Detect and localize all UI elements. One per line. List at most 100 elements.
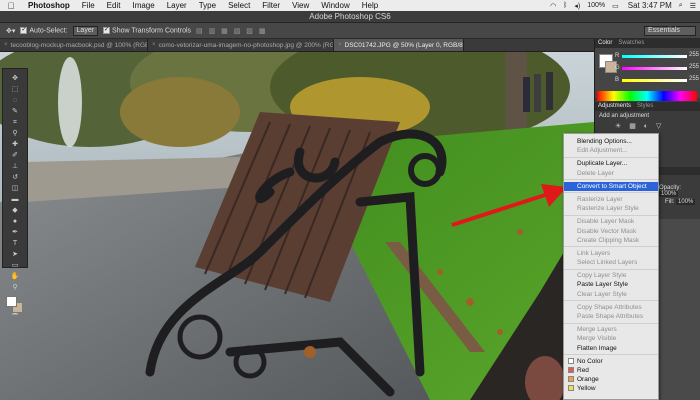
- menu-item-copy-layer-style[interactable]: Copy Layer Style: [564, 271, 658, 280]
- wifi-icon[interactable]: ◠: [550, 2, 556, 10]
- close-tab-icon[interactable]: ×: [152, 39, 156, 51]
- opacity-value[interactable]: 100%: [659, 191, 679, 197]
- battery-percent[interactable]: 100%: [587, 2, 605, 9]
- auto-select-dropdown[interactable]: Layer: [72, 25, 99, 36]
- close-tab-icon[interactable]: ×: [4, 39, 8, 51]
- menu-item-merge-visible[interactable]: Merge Visible: [564, 334, 658, 343]
- menu-item-create-clipping-mask[interactable]: Create Clipping Mask: [564, 236, 658, 245]
- healing-brush-tool-icon[interactable]: ✚: [9, 140, 21, 150]
- menu-item-blending-options[interactable]: Blending Options...: [564, 137, 658, 146]
- align-buttons-group[interactable]: ▤ ▥ ▦ ▧ ▨ ▩: [196, 27, 267, 35]
- lasso-tool-icon[interactable]: ◌: [9, 96, 21, 106]
- menu-item-flatten-image[interactable]: Flatten Image: [564, 344, 658, 353]
- menu-item-no-color[interactable]: No Color: [564, 357, 658, 366]
- document-tab[interactable]: × tecooblog-mockup-macbook.psd @ 100% (RG…: [0, 39, 148, 51]
- show-transform-checkbox[interactable]: ✓: [103, 26, 111, 34]
- menu-item-copy-shape-attributes[interactable]: Copy Shape Attributes: [564, 303, 658, 312]
- shape-tool-icon[interactable]: ▭: [9, 261, 21, 271]
- history-brush-tool-icon[interactable]: ↺: [9, 173, 21, 183]
- menubar-clock[interactable]: Sat 3:47 PM: [628, 1, 672, 10]
- menu-item-yellow[interactable]: Yellow: [564, 384, 658, 393]
- eraser-tool-icon[interactable]: ◫: [9, 184, 21, 194]
- menu-item-paste-layer-style[interactable]: Paste Layer Style: [564, 280, 658, 289]
- document-tab[interactable]: × como-vetorizar-uma-imagem-no-photoshop.…: [148, 39, 334, 51]
- channel-r-value[interactable]: 255: [689, 52, 699, 58]
- menu-item-red[interactable]: Red: [564, 366, 658, 375]
- bluetooth-icon[interactable]: ᛒ: [563, 2, 567, 9]
- menu-item-delete-layer[interactable]: Delete Layer: [564, 169, 658, 178]
- menu-item-rasterize-layer[interactable]: Rasterize Layer: [564, 195, 658, 204]
- menu-item-merge-layers[interactable]: Merge Layers: [564, 325, 658, 334]
- menu-image[interactable]: Image: [126, 0, 160, 11]
- gradient-tool-icon[interactable]: ▬: [9, 195, 21, 205]
- menu-item-edit-adjustment[interactable]: Edit Adjustment...: [564, 146, 658, 155]
- menu-type[interactable]: Type: [193, 0, 222, 11]
- layers-list[interactable]: [655, 219, 700, 400]
- blur-tool-icon[interactable]: ◆: [9, 206, 21, 216]
- menu-item-rasterize-layer-style[interactable]: Rasterize Layer Style: [564, 204, 658, 213]
- adjustment-icons-row[interactable]: ☀ ▦ ◐ ▽: [615, 122, 664, 130]
- auto-select-checkbox[interactable]: ✓: [20, 26, 28, 34]
- document-canvas[interactable]: [0, 52, 594, 400]
- volume-icon[interactable]: ◂): [574, 2, 580, 10]
- marquee-tool-icon[interactable]: ⬚: [9, 85, 21, 95]
- move-tool-icon[interactable]: ✥: [9, 74, 21, 84]
- tab-styles[interactable]: Styles: [637, 102, 653, 111]
- menu-item-link-layers[interactable]: Link Layers: [564, 249, 658, 258]
- menu-window[interactable]: Window: [315, 0, 355, 11]
- move-tool-icon[interactable]: ✥▾: [6, 27, 15, 35]
- menu-help[interactable]: Help: [356, 0, 384, 11]
- channel-g-value[interactable]: 255: [689, 64, 699, 70]
- fill-control[interactable]: Fill: 100%: [665, 199, 696, 205]
- menu-item-select-linked-layers[interactable]: Select Linked Layers: [564, 258, 658, 267]
- color-spectrum-bar[interactable]: [597, 91, 697, 101]
- opacity-control[interactable]: Opacity: 100%: [659, 185, 700, 197]
- menu-item-label: Flatten Image: [577, 344, 617, 352]
- workspace-switcher[interactable]: Essentials: [644, 26, 696, 36]
- channel-g-slider[interactable]: [622, 67, 687, 70]
- brush-tool-icon[interactable]: ✐: [9, 151, 21, 161]
- tab-swatches[interactable]: Swatches: [618, 39, 644, 48]
- menu-item-convert-to-smart-object[interactable]: Convert to Smart Object: [564, 181, 658, 191]
- menu-view[interactable]: View: [286, 0, 315, 11]
- menu-item-orange[interactable]: Orange: [564, 375, 658, 384]
- eyedropper-tool-icon[interactable]: ⚲: [9, 129, 21, 139]
- foreground-color-swatch[interactable]: [6, 296, 17, 307]
- menu-item-duplicate-layer[interactable]: Duplicate Layer...: [564, 159, 658, 168]
- tab-color[interactable]: Color: [598, 39, 612, 48]
- quick-select-tool-icon[interactable]: ✎: [9, 107, 21, 117]
- menu-item-disable-vector-mask[interactable]: Disable Vector Mask: [564, 227, 658, 236]
- close-tab-icon[interactable]: ×: [338, 39, 342, 51]
- show-transform-toggle[interactable]: ✓ Show Transform Controls: [103, 26, 191, 34]
- channel-r-slider[interactable]: [622, 55, 687, 58]
- tab-adjustments[interactable]: Adjustments: [598, 102, 631, 111]
- menu-layer[interactable]: Layer: [161, 0, 193, 11]
- menu-item-label: Disable Vector Mask: [577, 227, 637, 235]
- channel-b-value[interactable]: 255: [689, 76, 699, 82]
- path-selection-tool-icon[interactable]: ➤: [9, 250, 21, 260]
- apple-logo-icon[interactable]: : [0, 1, 22, 11]
- menu-file[interactable]: File: [76, 0, 101, 11]
- menu-edit[interactable]: Edit: [101, 0, 127, 11]
- channel-b-slider[interactable]: [622, 79, 687, 82]
- hand-tool-icon[interactable]: ✋: [9, 272, 21, 282]
- clone-stamp-tool-icon[interactable]: ⊥: [9, 162, 21, 172]
- menu-item-paste-shape-attributes[interactable]: Paste Shape Attributes: [564, 312, 658, 321]
- menu-select[interactable]: Select: [222, 0, 256, 11]
- document-tab-active[interactable]: × DSC01742.JPG @ 50% (Layer 0, RGB/8): [334, 39, 464, 51]
- label-color-swatch: [568, 376, 574, 383]
- auto-select-toggle[interactable]: ✓ Auto-Select:: [20, 26, 68, 34]
- zoom-tool-icon[interactable]: ⚲: [9, 283, 21, 293]
- menu-item-clear-layer-style[interactable]: Clear Layer Style: [564, 290, 658, 299]
- menu-app-photoshop[interactable]: Photoshop: [22, 0, 76, 11]
- menu-filter[interactable]: Filter: [256, 0, 286, 11]
- pen-tool-icon[interactable]: ✒: [9, 228, 21, 238]
- spotlight-search-icon[interactable]: ⌕: [679, 2, 683, 10]
- crop-tool-icon[interactable]: ⌗: [9, 118, 21, 128]
- fill-value[interactable]: 100%: [676, 199, 696, 205]
- notification-center-icon[interactable]: ☰: [690, 2, 696, 10]
- dodge-tool-icon[interactable]: ●: [9, 217, 21, 227]
- menu-item-disable-layer-mask[interactable]: Disable Layer Mask: [564, 217, 658, 226]
- type-tool-icon[interactable]: T: [9, 239, 21, 249]
- battery-icon[interactable]: ▭: [612, 2, 619, 10]
